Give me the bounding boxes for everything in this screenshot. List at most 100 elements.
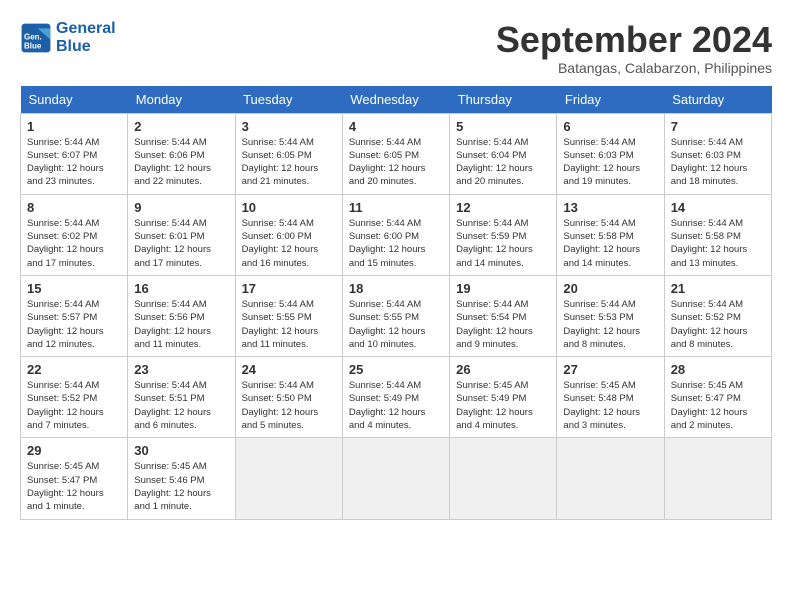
calendar-cell: 27 Sunrise: 5:45 AMSunset: 5:48 PMDayligh… — [557, 357, 664, 438]
day-number: 30 — [134, 443, 228, 458]
calendar-cell: 5 Sunrise: 5:44 AMSunset: 6:04 PMDaylight… — [450, 113, 557, 194]
calendar-cell — [664, 438, 771, 519]
day-header-wednesday: Wednesday — [342, 86, 449, 114]
day-info: Sunrise: 5:44 AMSunset: 6:00 PMDaylight:… — [349, 217, 443, 270]
calendar-cell: 2 Sunrise: 5:44 AMSunset: 6:06 PMDaylight… — [128, 113, 235, 194]
calendar-cell — [450, 438, 557, 519]
calendar-cell — [235, 438, 342, 519]
calendar-cell — [342, 438, 449, 519]
day-number: 22 — [27, 362, 121, 377]
calendar-cell: 10Sunrise: 5:44 AMSunset: 6:00 PMDayligh… — [235, 194, 342, 275]
logo: Gen. Blue GeneralBlue — [20, 20, 116, 55]
day-number: 27 — [563, 362, 657, 377]
day-number: 1 — [27, 119, 121, 134]
day-number: 18 — [349, 281, 443, 296]
calendar-cell: 20 Sunrise: 5:44 AMSunset: 5:53 PMDayligh… — [557, 275, 664, 356]
day-number: 7 — [671, 119, 765, 134]
calendar-cell: 12Sunrise: 5:44 AMSunset: 5:59 PMDayligh… — [450, 194, 557, 275]
calendar-cell: 23Sunrise: 5:44 AMSunset: 5:51 PMDayligh… — [128, 357, 235, 438]
calendar-cell: 17 Sunrise: 5:44 AMSunset: 5:55 PMDayligh… — [235, 275, 342, 356]
calendar-week-2: 8 Sunrise: 5:44 AMSunset: 6:02 PMDaylight… — [21, 194, 772, 275]
calendar-cell — [557, 438, 664, 519]
calendar-cell: 8 Sunrise: 5:44 AMSunset: 6:02 PMDaylight… — [21, 194, 128, 275]
day-info: Sunrise: 5:44 AMSunset: 5:55 PMDaylight:… — [242, 298, 336, 351]
day-info: Sunrise: 5:44 AMSunset: 6:07 PMDaylight:… — [27, 136, 121, 189]
logo-icon: Gen. Blue — [20, 22, 52, 54]
logo-text: GeneralBlue — [56, 20, 116, 55]
day-number: 26 — [456, 362, 550, 377]
calendar-cell: 13 Sunrise: 5:44 AMSunset: 5:58 PMDayligh… — [557, 194, 664, 275]
day-info: Sunrise: 5:44 AMSunset: 6:01 PMDaylight:… — [134, 217, 228, 270]
calendar-cell: 4Sunrise: 5:44 AMSunset: 6:05 PMDaylight… — [342, 113, 449, 194]
day-number: 19 — [456, 281, 550, 296]
day-number: 2 — [134, 119, 228, 134]
day-number: 29 — [27, 443, 121, 458]
day-number: 17 — [242, 281, 336, 296]
day-header-tuesday: Tuesday — [235, 86, 342, 114]
day-info: Sunrise: 5:45 AMSunset: 5:46 PMDaylight:… — [134, 460, 228, 513]
calendar-cell: 28 Sunrise: 5:45 AMSunset: 5:47 PMDayligh… — [664, 357, 771, 438]
calendar-cell: 25 Sunrise: 5:44 AMSunset: 5:49 PMDayligh… — [342, 357, 449, 438]
day-info: Sunrise: 5:44 AMSunset: 5:58 PMDaylight:… — [671, 217, 765, 270]
day-number: 14 — [671, 200, 765, 215]
day-number: 28 — [671, 362, 765, 377]
day-info: Sunrise: 5:44 AMSunset: 6:03 PMDaylight:… — [671, 136, 765, 189]
calendar-cell: 15Sunrise: 5:44 AMSunset: 5:57 PMDayligh… — [21, 275, 128, 356]
day-info: Sunrise: 5:44 AMSunset: 5:53 PMDaylight:… — [563, 298, 657, 351]
calendar-cell: 11 Sunrise: 5:44 AMSunset: 6:00 PMDayligh… — [342, 194, 449, 275]
day-info: Sunrise: 5:45 AMSunset: 5:48 PMDaylight:… — [563, 379, 657, 432]
day-headers-row: SundayMondayTuesdayWednesdayThursdayFrid… — [21, 86, 772, 114]
day-info: Sunrise: 5:44 AMSunset: 6:00 PMDaylight:… — [242, 217, 336, 270]
day-info: Sunrise: 5:44 AMSunset: 6:05 PMDaylight:… — [242, 136, 336, 189]
day-number: 8 — [27, 200, 121, 215]
calendar-week-1: 1 Sunrise: 5:44 AMSunset: 6:07 PMDaylight… — [21, 113, 772, 194]
month-title: September 2024 — [496, 20, 772, 60]
day-info: Sunrise: 5:44 AMSunset: 5:57 PMDaylight:… — [27, 298, 121, 351]
day-number: 6 — [563, 119, 657, 134]
calendar-cell: 7 Sunrise: 5:44 AMSunset: 6:03 PMDaylight… — [664, 113, 771, 194]
location: Batangas, Calabarzon, Philippines — [496, 60, 772, 76]
day-info: Sunrise: 5:45 AMSunset: 5:49 PMDaylight:… — [456, 379, 550, 432]
calendar-table: SundayMondayTuesdayWednesdayThursdayFrid… — [20, 86, 772, 520]
day-number: 25 — [349, 362, 443, 377]
day-info: Sunrise: 5:44 AMSunset: 6:02 PMDaylight:… — [27, 217, 121, 270]
svg-text:Blue: Blue — [24, 41, 42, 50]
day-info: Sunrise: 5:44 AMSunset: 5:58 PMDaylight:… — [563, 217, 657, 270]
day-info: Sunrise: 5:44 AMSunset: 5:55 PMDaylight:… — [349, 298, 443, 351]
page-header: Gen. Blue GeneralBlue September 2024 Bat… — [20, 20, 772, 76]
calendar-week-5: 29 Sunrise: 5:45 AMSunset: 5:47 PMDayligh… — [21, 438, 772, 519]
day-header-saturday: Saturday — [664, 86, 771, 114]
day-header-thursday: Thursday — [450, 86, 557, 114]
day-info: Sunrise: 5:44 AMSunset: 5:52 PMDaylight:… — [27, 379, 121, 432]
day-number: 5 — [456, 119, 550, 134]
calendar-cell: 14 Sunrise: 5:44 AMSunset: 5:58 PMDayligh… — [664, 194, 771, 275]
day-info: Sunrise: 5:44 AMSunset: 6:06 PMDaylight:… — [134, 136, 228, 189]
day-info: Sunrise: 5:44 AMSunset: 5:54 PMDaylight:… — [456, 298, 550, 351]
day-info: Sunrise: 5:44 AMSunset: 5:52 PMDaylight:… — [671, 298, 765, 351]
day-number: 3 — [242, 119, 336, 134]
day-number: 20 — [563, 281, 657, 296]
day-number: 12 — [456, 200, 550, 215]
day-number: 4 — [349, 119, 443, 134]
day-info: Sunrise: 5:44 AMSunset: 6:03 PMDaylight:… — [563, 136, 657, 189]
day-number: 16 — [134, 281, 228, 296]
day-info: Sunrise: 5:44 AMSunset: 5:50 PMDaylight:… — [242, 379, 336, 432]
day-info: Sunrise: 5:45 AMSunset: 5:47 PMDaylight:… — [671, 379, 765, 432]
day-info: Sunrise: 5:44 AMSunset: 5:49 PMDaylight:… — [349, 379, 443, 432]
day-number: 11 — [349, 200, 443, 215]
calendar-cell: 16 Sunrise: 5:44 AMSunset: 5:56 PMDayligh… — [128, 275, 235, 356]
calendar-cell: 22 Sunrise: 5:44 AMSunset: 5:52 PMDayligh… — [21, 357, 128, 438]
title-block: September 2024 Batangas, Calabarzon, Phi… — [496, 20, 772, 76]
day-header-sunday: Sunday — [21, 86, 128, 114]
day-info: Sunrise: 5:44 AMSunset: 6:04 PMDaylight:… — [456, 136, 550, 189]
day-info: Sunrise: 5:45 AMSunset: 5:47 PMDaylight:… — [27, 460, 121, 513]
calendar-cell: 26 Sunrise: 5:45 AMSunset: 5:49 PMDayligh… — [450, 357, 557, 438]
day-number: 24 — [242, 362, 336, 377]
calendar-cell: 19 Sunrise: 5:44 AMSunset: 5:54 PMDayligh… — [450, 275, 557, 356]
day-header-friday: Friday — [557, 86, 664, 114]
day-number: 13 — [563, 200, 657, 215]
calendar-week-3: 15Sunrise: 5:44 AMSunset: 5:57 PMDayligh… — [21, 275, 772, 356]
day-info: Sunrise: 5:44 AMSunset: 5:51 PMDaylight:… — [134, 379, 228, 432]
calendar-cell: 6 Sunrise: 5:44 AMSunset: 6:03 PMDaylight… — [557, 113, 664, 194]
day-info: Sunrise: 5:44 AMSunset: 5:56 PMDaylight:… — [134, 298, 228, 351]
